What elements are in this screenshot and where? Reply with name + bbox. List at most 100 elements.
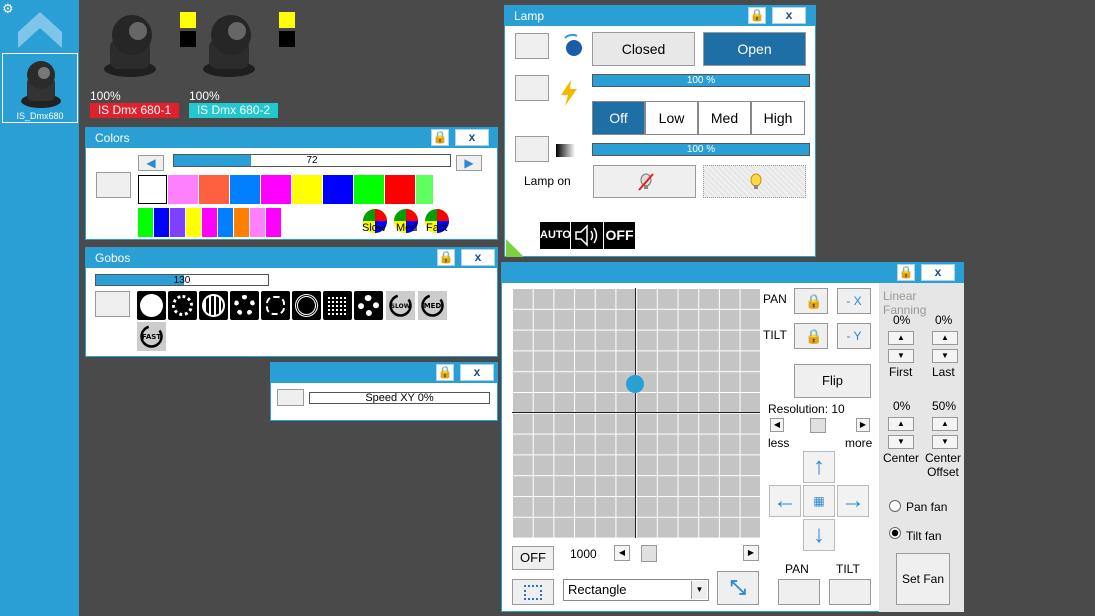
color-swatch[interactable] xyxy=(354,175,384,204)
lock-icon[interactable]: 🔒 xyxy=(897,264,915,281)
close-icon[interactable]: x xyxy=(455,129,489,146)
gobo-med-rotate-icon[interactable]: MED xyxy=(418,291,447,320)
pan-fan-radio[interactable] xyxy=(889,500,901,512)
color-swatch[interactable] xyxy=(230,175,260,204)
move-up-button[interactable]: ↑ xyxy=(803,451,835,483)
colors-prev-button[interactable]: ◀ xyxy=(138,155,164,171)
center-button[interactable]: ▦ xyxy=(803,485,835,517)
fixture-1-name[interactable]: IS Dmx 680-1 xyxy=(90,103,179,118)
gobos-reset-button[interactable] xyxy=(95,291,130,317)
offset-down-button[interactable]: ▼ xyxy=(932,435,958,449)
color-swatch[interactable] xyxy=(385,175,415,204)
pan-lock-button[interactable]: 🔒 xyxy=(794,288,828,314)
color-swatch[interactable] xyxy=(266,208,281,237)
resolution-decrease[interactable]: ◀ xyxy=(770,418,784,432)
fixture-1-icon[interactable] xyxy=(98,11,160,77)
lock-icon[interactable]: 🔒 xyxy=(431,129,449,146)
close-icon[interactable]: x xyxy=(921,264,955,281)
fixture-2-name[interactable]: IS Dmx 680-2 xyxy=(189,103,278,118)
sidebar-fixture-item[interactable]: IS_Dmx680 xyxy=(2,53,78,123)
strobe-med-button[interactable]: Med xyxy=(698,101,751,135)
colors-reset-button[interactable] xyxy=(96,172,131,198)
colors-next-button[interactable]: ▶ xyxy=(456,155,482,171)
gobo-ring-icon[interactable] xyxy=(292,291,321,320)
shutter-reset-button[interactable] xyxy=(515,33,549,59)
gobo-splash-icon[interactable] xyxy=(261,291,290,320)
gobo-open-icon[interactable] xyxy=(137,291,166,320)
move-right-button[interactable]: → xyxy=(837,485,869,517)
strobe-off-button[interactable]: Off xyxy=(592,101,645,135)
close-icon[interactable]: x xyxy=(772,7,806,24)
gobo-slow-rotate-icon[interactable]: SLOW xyxy=(386,291,415,320)
speed-xy-slider[interactable]: Speed XY 0% xyxy=(309,392,490,404)
tilt-invert-button[interactable] xyxy=(829,579,871,605)
color-swatch[interactable] xyxy=(282,208,297,237)
gobos-slider[interactable]: 130 xyxy=(95,274,269,286)
pantilt-grid[interactable] xyxy=(512,288,760,538)
pan-invert-button[interactable] xyxy=(778,579,820,605)
color-swatch[interactable] xyxy=(199,175,229,204)
chevron-down-icon[interactable]: ▼ xyxy=(691,581,707,599)
tilt-fan-radio[interactable] xyxy=(889,527,901,539)
color-swatch[interactable] xyxy=(218,208,233,237)
color-swatch[interactable] xyxy=(170,208,185,237)
lock-icon[interactable]: 🔒 xyxy=(748,7,766,24)
color-swatch[interactable] xyxy=(202,208,217,237)
focus-bar[interactable]: 100 % xyxy=(592,143,810,156)
speed-slider-thumb[interactable] xyxy=(641,545,657,562)
offset-up-button[interactable]: ▲ xyxy=(932,417,958,431)
color-swatch[interactable] xyxy=(154,208,169,237)
fixture-2-icon[interactable] xyxy=(197,11,259,77)
swap-direction-button[interactable]: ⤡ xyxy=(717,571,759,605)
color-swatch[interactable] xyxy=(138,175,167,204)
color-swatch[interactable] xyxy=(186,208,201,237)
auto-button[interactable]: AUTO xyxy=(540,222,571,249)
color-swatch[interactable] xyxy=(292,175,322,204)
focus-reset-button[interactable] xyxy=(515,136,549,162)
gobo-flower-icon[interactable] xyxy=(230,291,259,320)
color-swatch[interactable] xyxy=(416,175,433,204)
lock-icon[interactable]: 🔒 xyxy=(436,364,454,381)
flip-button[interactable]: Flip xyxy=(794,364,871,398)
gobo-globe-icon[interactable] xyxy=(199,291,228,320)
gobo-grid-icon[interactable] xyxy=(323,291,352,320)
lamp-on-button[interactable] xyxy=(703,165,806,198)
strobe-low-button[interactable]: Low xyxy=(645,101,698,135)
last-up-button[interactable]: ▲ xyxy=(932,331,958,345)
resolution-increase[interactable]: ▶ xyxy=(856,418,870,432)
position-cursor[interactable] xyxy=(626,375,644,393)
center-down-button[interactable]: ▼ xyxy=(888,435,914,449)
shutter-closed-button[interactable]: Closed xyxy=(592,32,695,66)
close-icon[interactable]: x xyxy=(460,364,494,381)
invert-x-button[interactable]: - X xyxy=(837,288,871,314)
speed-decrease-button[interactable]: ◀ xyxy=(614,545,630,561)
sound-icon[interactable] xyxy=(571,222,603,249)
color-swatch[interactable] xyxy=(168,175,198,204)
first-down-button[interactable]: ▼ xyxy=(888,349,914,363)
center-up-button[interactable]: ▲ xyxy=(888,417,914,431)
dimmer-bar[interactable]: 100 % xyxy=(592,74,810,87)
dimmer-reset-button[interactable] xyxy=(515,75,549,101)
shutter-open-button[interactable]: Open xyxy=(703,32,806,66)
colors-slider[interactable]: 72 xyxy=(173,154,451,167)
last-down-button[interactable]: ▼ xyxy=(932,349,958,363)
gobo-dots-icon[interactable] xyxy=(168,291,197,320)
gobos-titlebar[interactable]: Gobos xyxy=(86,248,497,268)
color-swatch[interactable] xyxy=(250,208,265,237)
tilt-lock-button[interactable]: 🔒 xyxy=(794,323,828,349)
strobe-high-button[interactable]: High xyxy=(751,101,805,135)
first-up-button[interactable]: ▲ xyxy=(888,331,914,345)
select-area-button[interactable] xyxy=(512,579,554,605)
resolution-thumb[interactable] xyxy=(810,418,826,433)
close-icon[interactable]: x xyxy=(461,249,495,266)
pantilt-off-button[interactable]: OFF xyxy=(512,546,554,570)
color-swatch[interactable] xyxy=(138,208,153,237)
speed-increase-button[interactable]: ▶ xyxy=(743,545,759,561)
pantilt-titlebar[interactable] xyxy=(502,263,963,283)
set-fan-button[interactable]: Set Fan xyxy=(896,553,950,605)
resolution-slider[interactable]: ◀ ▶ xyxy=(770,418,872,433)
color-swatch[interactable] xyxy=(323,175,353,204)
move-down-button[interactable]: ↓ xyxy=(803,519,835,551)
lamp-titlebar[interactable]: Lamp xyxy=(505,6,815,26)
resize-grip-icon[interactable] xyxy=(506,239,524,257)
